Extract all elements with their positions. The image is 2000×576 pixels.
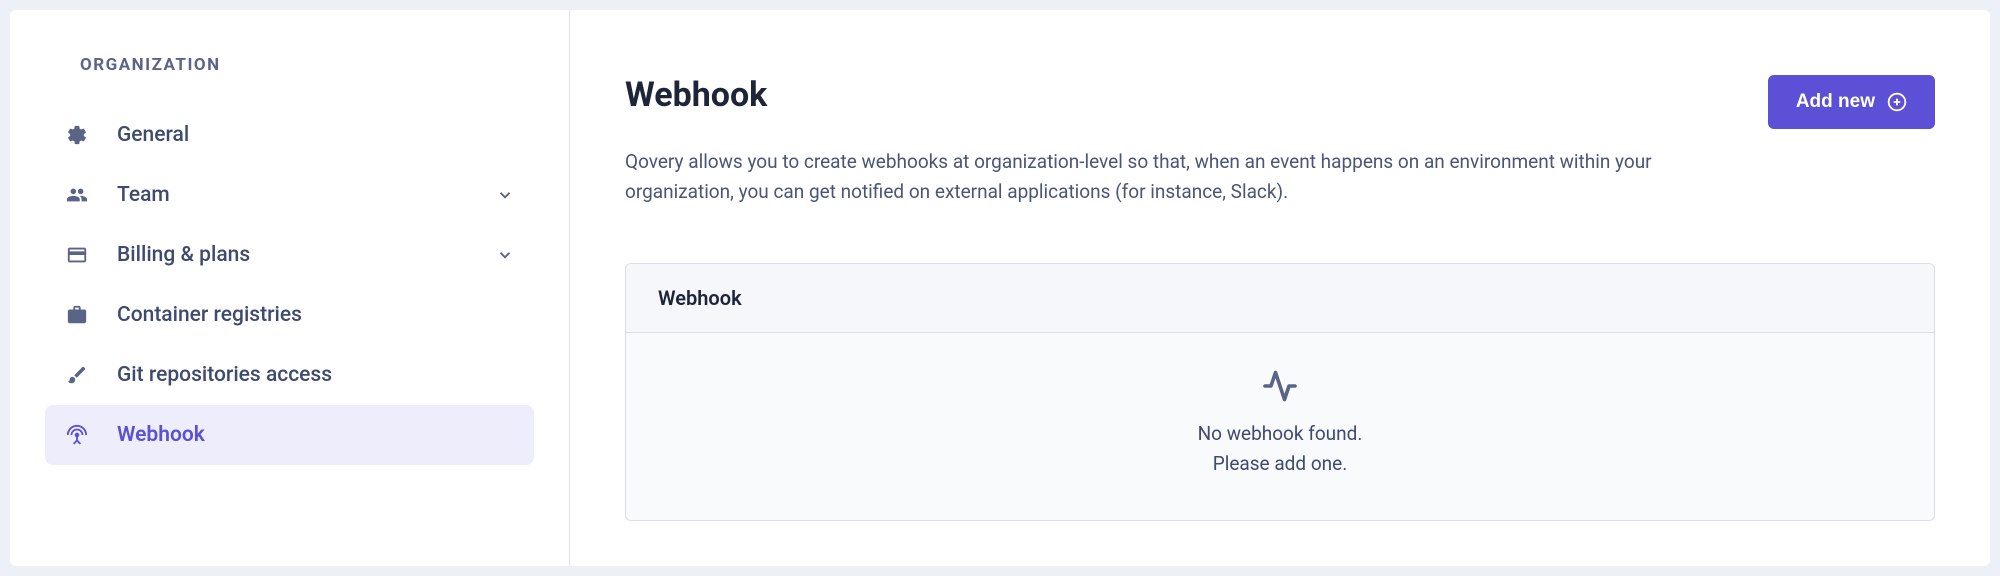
antenna-icon	[65, 423, 89, 447]
empty-line-2: Please add one.	[646, 449, 1914, 479]
gear-icon	[65, 123, 89, 147]
sidebar-item-label: Billing & plans	[117, 243, 496, 267]
empty-state-text: No webhook found. Please add one.	[646, 419, 1914, 480]
main-content: Webhook Add new Qovery allows you to cre…	[570, 10, 1990, 566]
sidebar: ORGANIZATION General Team Billing & plan…	[10, 10, 570, 566]
sidebar-section-title: ORGANIZATION	[45, 55, 534, 75]
sidebar-item-general[interactable]: General	[45, 105, 534, 165]
sidebar-item-registries[interactable]: Container registries	[45, 285, 534, 345]
sidebar-item-billing[interactable]: Billing & plans	[45, 225, 534, 285]
sidebar-item-label: Webhook	[117, 423, 514, 447]
app-container: ORGANIZATION General Team Billing & plan…	[10, 10, 1990, 566]
chevron-down-icon	[496, 186, 514, 204]
card-body-empty: No webhook found. Please add one.	[626, 333, 1934, 520]
sidebar-item-git[interactable]: Git repositories access	[45, 345, 534, 405]
sidebar-item-label: Team	[117, 183, 496, 207]
chevron-down-icon	[496, 246, 514, 264]
sidebar-item-team[interactable]: Team	[45, 165, 534, 225]
webhook-card: Webhook No webhook found. Please add one…	[625, 263, 1935, 521]
team-icon	[65, 183, 89, 207]
card-header-title: Webhook	[658, 286, 1902, 310]
main-header: Webhook Add new	[625, 75, 1935, 129]
activity-icon	[646, 368, 1914, 404]
card-icon	[65, 243, 89, 267]
sidebar-item-label: Container registries	[117, 303, 514, 327]
briefcase-icon	[65, 303, 89, 327]
plus-circle-icon	[1887, 92, 1907, 112]
sidebar-item-label: Git repositories access	[117, 363, 514, 387]
add-new-button[interactable]: Add new	[1768, 75, 1935, 129]
empty-line-1: No webhook found.	[646, 419, 1914, 449]
page-title: Webhook	[625, 75, 767, 115]
page-description: Qovery allows you to create webhooks at …	[625, 147, 1725, 208]
key-icon	[65, 363, 89, 387]
sidebar-item-webhook[interactable]: Webhook	[45, 405, 534, 465]
sidebar-item-label: General	[117, 123, 514, 147]
add-button-label: Add new	[1796, 91, 1875, 113]
card-header: Webhook	[626, 264, 1934, 333]
